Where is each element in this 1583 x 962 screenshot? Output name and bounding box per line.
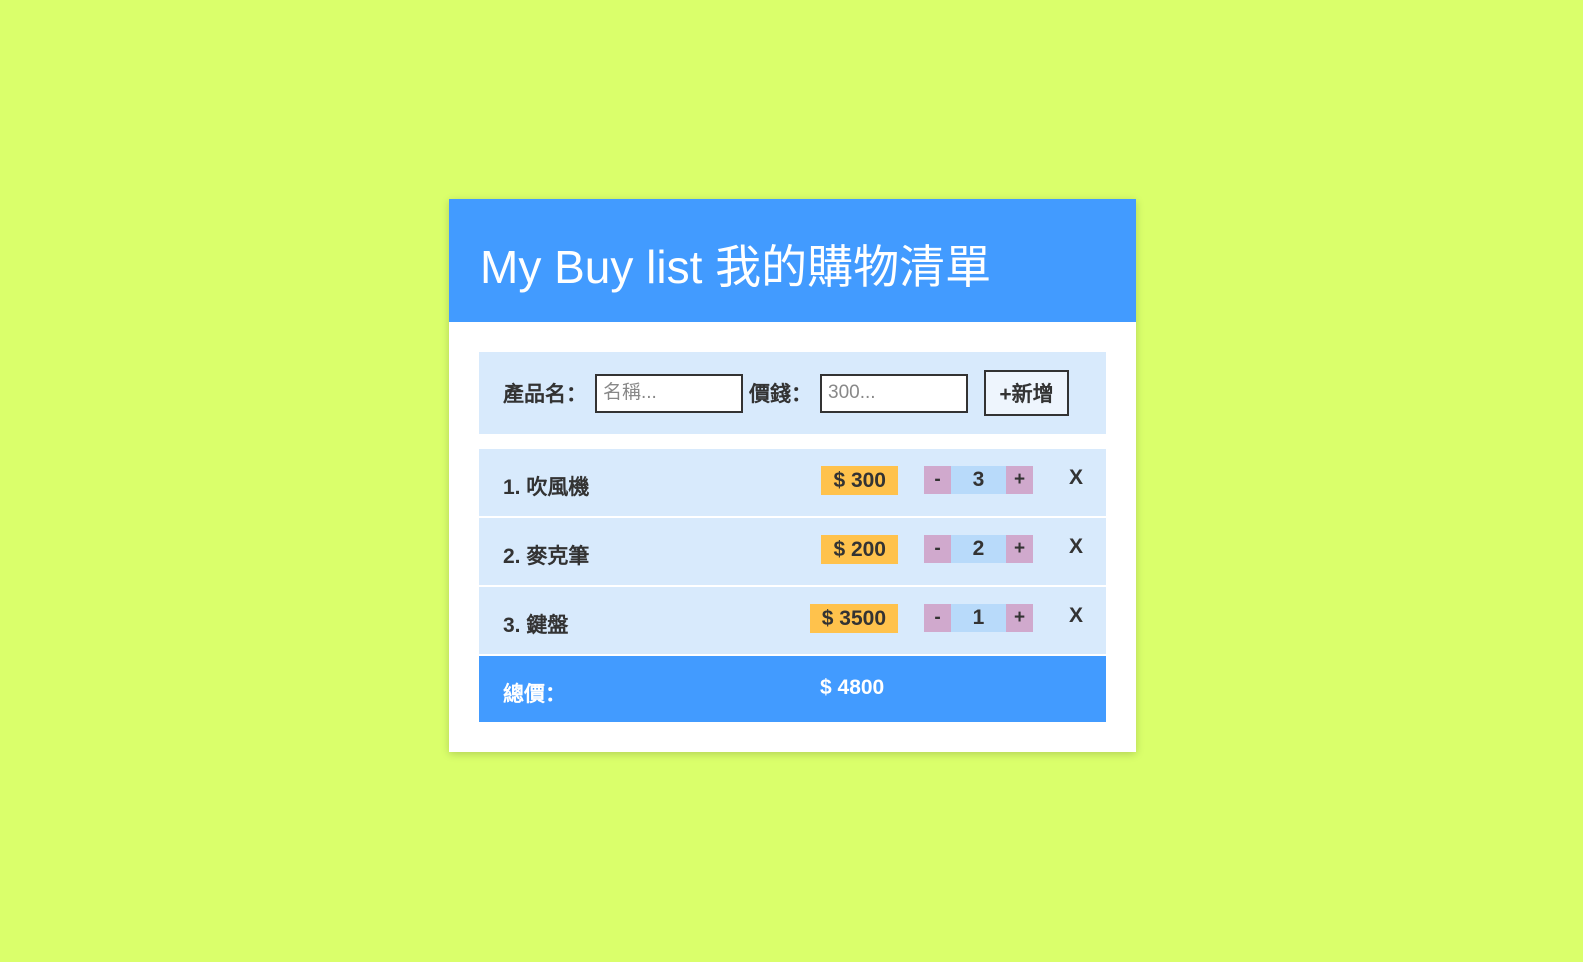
item-list: 1. 吹風機 $ 300 - 3 + X 2. 麥克筆 $ 200 - 2 + … bbox=[479, 449, 1106, 722]
price-badge: $ 200 bbox=[821, 535, 898, 564]
list-item: 3. 鍵盤 $ 3500 - 1 + X bbox=[479, 587, 1106, 654]
product-name-input[interactable] bbox=[595, 373, 743, 413]
quantity-value: 2 bbox=[951, 535, 1006, 563]
item-index: 2. bbox=[503, 545, 521, 568]
item-label: 1. 吹風機 bbox=[503, 471, 589, 501]
remove-item-button[interactable]: X bbox=[1069, 466, 1083, 490]
total-label: 總價： bbox=[503, 683, 566, 706]
decrease-qty-button[interactable]: - bbox=[924, 535, 951, 563]
item-index: 1. bbox=[503, 476, 521, 499]
decrease-qty-button[interactable]: - bbox=[924, 466, 951, 494]
quantity-value: 1 bbox=[951, 604, 1006, 632]
list-item: 2. 麥克筆 $ 200 - 2 + X bbox=[479, 518, 1106, 585]
add-item-button[interactable]: +新增 bbox=[984, 370, 1069, 416]
item-label: 2. 麥克筆 bbox=[503, 540, 589, 570]
item-label: 3. 鍵盤 bbox=[503, 609, 568, 639]
page-title: My Buy list 我的購物清單 bbox=[480, 240, 992, 293]
card-header: My Buy list 我的購物清單 bbox=[449, 199, 1136, 322]
item-name: 吹風機 bbox=[526, 476, 590, 499]
quantity-stepper: - 2 + bbox=[924, 535, 1033, 563]
increase-qty-button[interactable]: + bbox=[1006, 466, 1033, 494]
add-item-form: 產品名： 價錢： +新增 bbox=[479, 352, 1106, 434]
price-badge: $ 300 bbox=[821, 466, 898, 495]
increase-qty-button[interactable]: + bbox=[1006, 535, 1033, 563]
quantity-stepper: - 3 + bbox=[924, 466, 1033, 494]
remove-item-button[interactable]: X bbox=[1069, 604, 1083, 628]
card-body: 產品名： 價錢： +新增 1. 吹風機 $ 300 - 3 + X 2. 麥克筆… bbox=[449, 322, 1136, 722]
remove-item-button[interactable]: X bbox=[1069, 535, 1083, 559]
buy-list-card: My Buy list 我的購物清單 產品名： 價錢： +新增 1. 吹風機 $… bbox=[449, 199, 1136, 752]
decrease-qty-button[interactable]: - bbox=[924, 604, 951, 632]
total-value: $ 4800 bbox=[820, 676, 885, 699]
item-name: 鍵盤 bbox=[526, 614, 569, 637]
price-input[interactable] bbox=[820, 373, 968, 413]
product-name-label: 產品名： bbox=[503, 383, 587, 406]
item-name: 麥克筆 bbox=[526, 545, 590, 568]
item-index: 3. bbox=[503, 614, 521, 637]
quantity-stepper: - 1 + bbox=[924, 604, 1033, 632]
list-item: 1. 吹風機 $ 300 - 3 + X bbox=[479, 449, 1106, 516]
price-badge: $ 3500 bbox=[809, 604, 898, 633]
quantity-value: 3 bbox=[951, 466, 1006, 494]
increase-qty-button[interactable]: + bbox=[1006, 604, 1033, 632]
price-label: 價錢： bbox=[749, 383, 812, 406]
total-row: 總價： $ 4800 bbox=[479, 656, 1106, 722]
